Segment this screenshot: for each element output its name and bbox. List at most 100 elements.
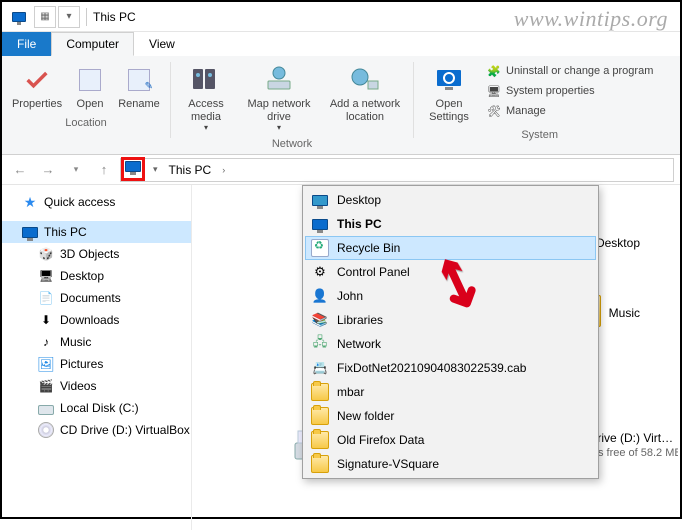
open-icon <box>74 64 106 96</box>
dropdown-item[interactable]: 📚 Libraries <box>305 308 596 332</box>
open-button[interactable]: Open <box>70 62 110 113</box>
item-icon: 📚 <box>311 311 329 329</box>
item-icon <box>311 407 329 425</box>
ribbon-tabs: File Computer View <box>2 32 680 56</box>
item-icon: 📇 <box>311 359 329 377</box>
media-icon <box>190 64 222 96</box>
uninstall-button[interactable]: 🧩Uninstall or change a program <box>482 62 657 80</box>
item-label: Libraries <box>337 313 383 327</box>
star-icon: ★ <box>22 194 38 210</box>
pc-icon <box>22 224 38 240</box>
rename-button[interactable]: ✎ Rename <box>116 62 162 113</box>
item-icon: 👤 <box>311 287 329 305</box>
chevron-down-icon[interactable]: ▾ <box>149 164 162 175</box>
dropdown-item[interactable]: Desktop <box>305 188 596 212</box>
content-area: ★Quick access This PC 🎲3D Objects 🖥Deskt… <box>2 185 680 530</box>
up-button[interactable]: ↑ <box>92 158 116 182</box>
add-network-icon <box>349 64 381 96</box>
item-label: New folder <box>337 409 394 423</box>
watermark-text: www.wintips.org <box>514 6 668 32</box>
qat-properties-icon[interactable]: ▦ <box>34 6 56 28</box>
group-label-location: Location <box>65 117 107 131</box>
address-bar[interactable]: ▾ This PC › <box>120 158 674 182</box>
window-title: This PC <box>93 10 136 24</box>
open-settings-button[interactable]: Open Settings <box>422 62 476 125</box>
nav-downloads[interactable]: ⬇Downloads <box>2 309 191 331</box>
dropdown-item[interactable]: This PC <box>305 212 596 236</box>
manage-button[interactable]: 🛠Manage <box>482 102 657 120</box>
group-label-system: System <box>521 129 558 143</box>
add-network-button[interactable]: Add a network location <box>325 62 405 125</box>
ribbon-group-system: Open Settings 🧩Uninstall or change a pro… <box>422 62 657 152</box>
chevron-right-icon[interactable]: › <box>218 165 229 175</box>
dropdown-item[interactable]: mbar <box>305 380 596 404</box>
dropdown-item[interactable]: Old Firefox Data <box>305 428 596 452</box>
nav-3d-objects[interactable]: 🎲3D Objects <box>2 243 191 265</box>
item-label: This PC <box>337 217 382 231</box>
pc-icon <box>125 161 141 172</box>
item-icon: ⚙ <box>311 263 329 281</box>
dropdown-item[interactable]: Recycle Bin <box>305 236 596 260</box>
system-menu-icon[interactable] <box>8 6 30 28</box>
qat-new-folder-icon[interactable]: ▾ <box>58 6 80 28</box>
recent-button[interactable]: ▾ <box>64 158 88 182</box>
properties-button[interactable]: Properties <box>10 62 64 113</box>
dropdown-item[interactable]: Signature-VSquare <box>305 452 596 476</box>
item-icon <box>311 455 329 473</box>
address-row: ← → ▾ ↑ ▾ This PC › <box>2 155 680 185</box>
tab-file[interactable]: File <box>2 32 51 56</box>
music-icon: ♪ <box>38 334 54 350</box>
item-label: John <box>337 289 363 303</box>
nav-quick-access[interactable]: ★Quick access <box>2 191 191 213</box>
dropdown-item[interactable]: ⚙ Control Panel <box>305 260 596 284</box>
address-dropdown[interactable]: Desktop This PC Recycle Bin ⚙ Control Panel 👤… <box>302 185 599 479</box>
dropdown-item[interactable]: 🖧Network <box>305 332 596 356</box>
nav-desktop[interactable]: 🖥Desktop <box>2 265 191 287</box>
item-label: Control Panel <box>337 265 410 279</box>
nav-cd-drive[interactable]: CD Drive (D:) VirtualBox Guest <box>2 419 191 441</box>
ribbon-group-location: Properties Open ✎ Rename Location <box>10 62 162 152</box>
video-icon: 🎬 <box>38 378 54 394</box>
dropdown-item[interactable]: New folder <box>305 404 596 428</box>
nav-this-pc[interactable]: This PC <box>2 221 191 243</box>
item-label: Signature-VSquare <box>337 457 439 471</box>
access-media-button[interactable]: Access media ▾ <box>179 62 233 134</box>
tab-view[interactable]: View <box>134 32 190 56</box>
item-label: Old Firefox Data <box>337 433 424 447</box>
item-icon <box>311 431 329 449</box>
nav-videos[interactable]: 🎬Videos <box>2 375 191 397</box>
back-button[interactable]: ← <box>8 158 32 182</box>
nav-tree[interactable]: ★Quick access This PC 🎲3D Objects 🖥Deskt… <box>2 185 192 530</box>
item-label: Desktop <box>337 193 381 207</box>
settings-icon <box>433 64 465 96</box>
breadcrumb-thispc[interactable]: This PC <box>166 163 215 177</box>
tab-computer[interactable]: Computer <box>51 32 134 56</box>
nav-music[interactable]: ♪Music <box>2 331 191 353</box>
group-label-network: Network <box>272 138 312 152</box>
picture-icon: 🖼 <box>38 356 54 372</box>
manage-icon: 🛠 <box>486 103 502 119</box>
nav-pictures[interactable]: 🖼Pictures <box>2 353 191 375</box>
item-label: Recycle Bin <box>337 241 400 255</box>
dropdown-item[interactable]: 👤 John <box>305 284 596 308</box>
main-pane[interactable]: Desktop ♪ Music (3) 3.55 GB free of 49.8… <box>192 185 680 530</box>
ribbon-group-network: Access media ▾ Map network drive ▾ Add a… <box>179 62 405 152</box>
item-icon <box>311 239 329 257</box>
item-icon <box>311 191 329 209</box>
ribbon: Properties Open ✎ Rename Location Access… <box>2 56 680 155</box>
nav-local-disk[interactable]: Local Disk (C:) <box>2 397 191 419</box>
forward-button[interactable]: → <box>36 158 60 182</box>
doc-icon: 📄 <box>38 290 54 306</box>
cube-icon: 🎲 <box>38 246 54 262</box>
system-properties-button[interactable]: 🖥System properties <box>482 82 657 100</box>
separator <box>170 62 171 138</box>
map-drive-button[interactable]: Map network drive ▾ <box>239 62 319 134</box>
rename-icon: ✎ <box>123 64 155 96</box>
nav-documents[interactable]: 📄Documents <box>2 287 191 309</box>
uninstall-icon: 🧩 <box>486 63 502 79</box>
quick-access-toolbar: ▦ ▾ <box>34 6 80 28</box>
separator <box>413 62 414 138</box>
cd-icon <box>38 422 54 438</box>
item-label: Network <box>337 337 381 351</box>
dropdown-item[interactable]: 📇FixDotNet20210904083022539.cab <box>305 356 596 380</box>
